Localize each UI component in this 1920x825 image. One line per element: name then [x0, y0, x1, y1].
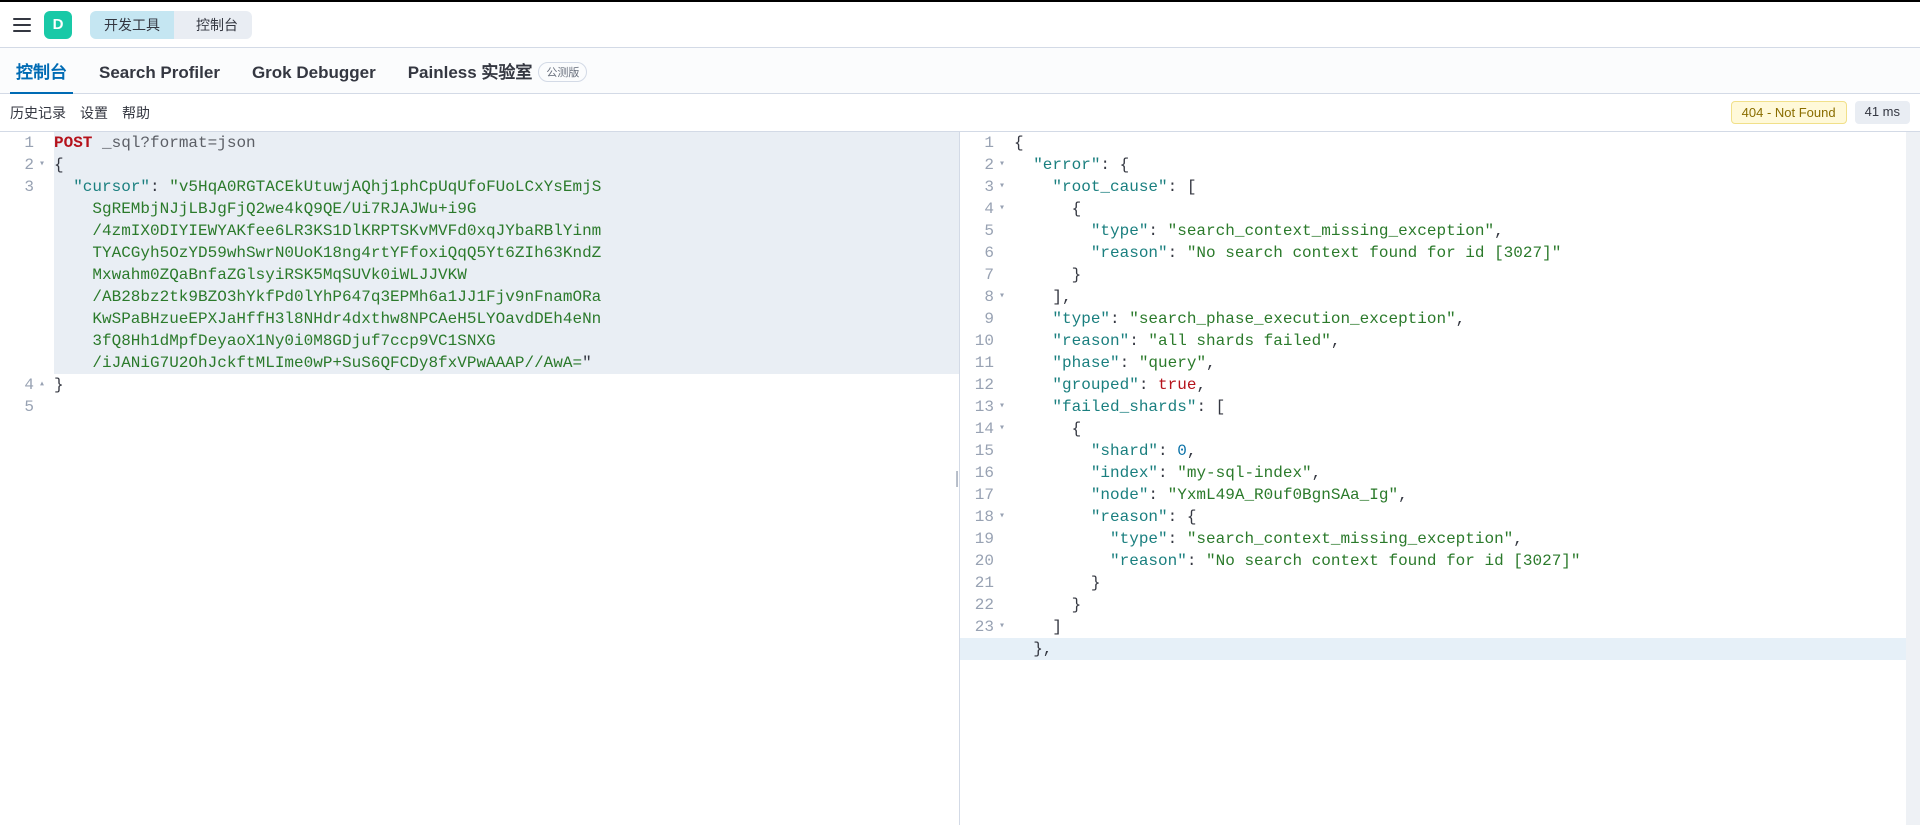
- toolbar-history-link[interactable]: 历史记录: [10, 103, 66, 123]
- console-workspace: 1 2 3 4 5 POST _sql?format=json { "curso…: [0, 132, 1920, 825]
- tab-grok-debugger[interactable]: Grok Debugger: [246, 53, 382, 93]
- http-path: _sql?format=json: [102, 134, 256, 152]
- request-gutter: 1 2 3 4 5: [0, 132, 46, 825]
- toolbar-settings-link[interactable]: 设置: [80, 103, 108, 123]
- breadcrumb-item-devtools[interactable]: 开发工具: [90, 11, 174, 39]
- breadcrumb-item-console[interactable]: 控制台: [174, 11, 252, 39]
- tab-search-profiler[interactable]: Search Profiler: [93, 53, 226, 93]
- space-avatar-letter: D: [53, 16, 64, 33]
- tab-console[interactable]: 控制台: [10, 48, 73, 93]
- status-badge: 404 - Not Found: [1731, 101, 1847, 124]
- tab-painless-lab[interactable]: Painless 实验室公测版: [402, 48, 594, 93]
- top-bar: D 开发工具 控制台: [0, 0, 1920, 48]
- response-viewer[interactable]: 123456789101112131415161718192021222324 …: [960, 132, 1920, 825]
- space-avatar[interactable]: D: [44, 11, 72, 39]
- devtools-tabs: 控制台 Search Profiler Grok Debugger Painle…: [0, 48, 1920, 94]
- timing-badge: 41 ms: [1855, 101, 1910, 124]
- breadcrumb: 开发工具 控制台: [90, 11, 252, 39]
- http-method: POST: [54, 134, 92, 152]
- hamburger-menu-icon[interactable]: [12, 15, 32, 35]
- request-editor[interactable]: 1 2 3 4 5 POST _sql?format=json { "curso…: [0, 132, 960, 825]
- toolbar-help-link[interactable]: 帮助: [122, 103, 150, 123]
- response-code[interactable]: { "error": { "root_cause": [ { "type": "…: [1006, 132, 1920, 660]
- response-gutter: 123456789101112131415161718192021222324: [960, 132, 1006, 825]
- scrollbar-thumb[interactable]: [1907, 134, 1919, 224]
- beta-badge: 公测版: [538, 62, 587, 82]
- request-code[interactable]: POST _sql?format=json { "cursor": "v5HqA…: [46, 132, 959, 418]
- cursor-value-l1: "v5HqA0RGTACEkUtuwjAQhj1phCpUqUfoFUoLCxY…: [169, 178, 601, 196]
- console-toolbar: 历史记录 设置 帮助 404 - Not Found 41 ms: [0, 94, 1920, 132]
